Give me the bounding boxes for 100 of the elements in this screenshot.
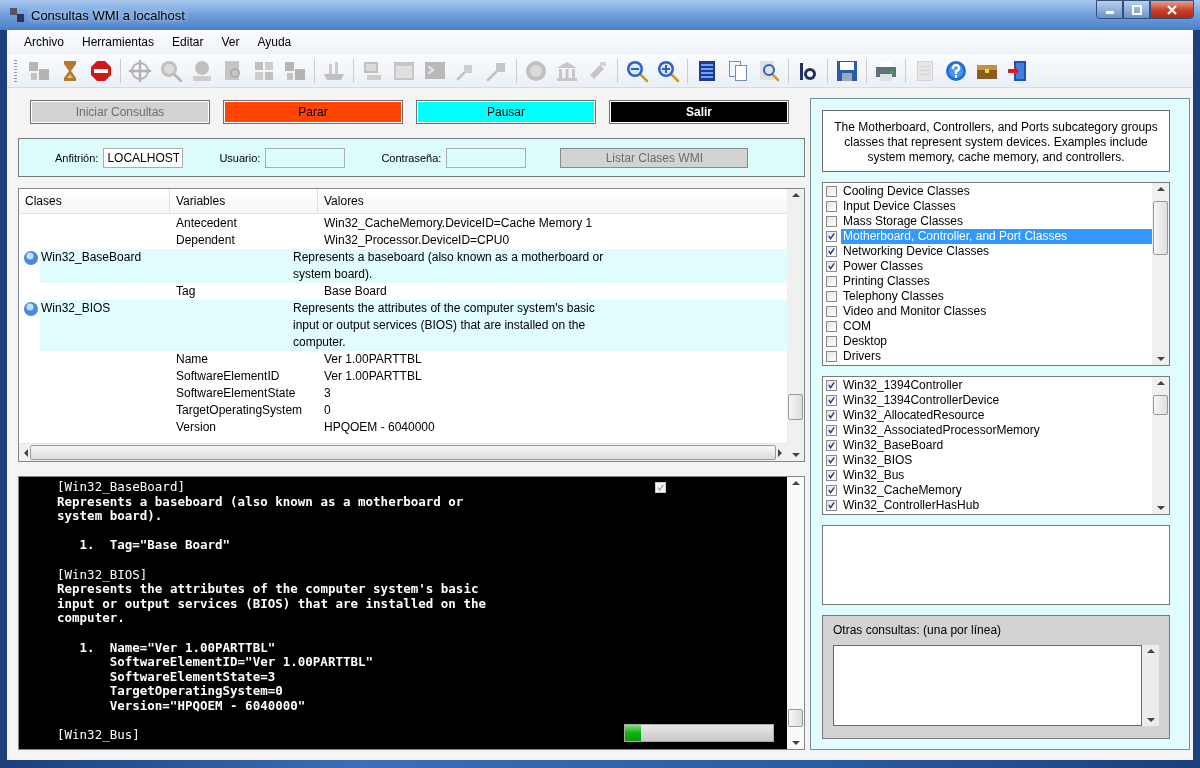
list-item[interactable]: Drivers — [841, 348, 883, 364]
check-icon — [656, 483, 665, 492]
minimize-button[interactable] — [1096, 0, 1123, 19]
checkbox[interactable] — [826, 350, 837, 362]
list-item[interactable]: Win32_ControllerHasHub — [841, 497, 982, 513]
checkbox[interactable] — [826, 469, 837, 481]
input-field[interactable]: LOCALHOST — [103, 147, 184, 168]
copy-icon — [726, 58, 750, 83]
list-item[interactable]: Win32_BaseBoard — [841, 437, 946, 453]
checkbox[interactable] — [826, 484, 837, 496]
console-line: TargetOperatingSystem=0 — [109, 684, 284, 699]
window-title: Consultas WMI a localhost — [31, 7, 186, 23]
list-item[interactable]: Win32_AllocatedResource — [841, 407, 987, 423]
zoom-out-icon — [625, 58, 649, 83]
list-item[interactable]: Printing Classes — [841, 273, 932, 289]
checkbox[interactable] — [826, 394, 837, 406]
checkbox[interactable] — [826, 335, 837, 347]
action-button[interactable]: Pausar — [416, 100, 596, 124]
checkbox[interactable] — [826, 424, 837, 436]
list-item[interactable]: Desktop — [841, 333, 890, 349]
menu-item[interactable]: Ayuda — [248, 32, 301, 52]
checkbox[interactable] — [655, 482, 666, 493]
description-text: The Motherboard, Controllers, and Ports subcategory groups classes that represent system devices. Examples include system memory, cache memory, and controllers. — [822, 110, 1170, 172]
console-line: SoftwareElementID="Ver 1.00PARTTBL" — [109, 655, 374, 670]
list-item[interactable]: COM — [841, 318, 873, 334]
checkbox[interactable] — [826, 230, 837, 242]
magnifier-icon — [159, 58, 183, 83]
scrollbar[interactable] — [1152, 376, 1169, 515]
scrollbar[interactable] — [787, 477, 804, 749]
menu-item[interactable]: Herramientas — [73, 32, 164, 52]
table-cell: Win32_BaseBoard — [41, 249, 142, 266]
action-button[interactable]: Parar — [223, 100, 403, 124]
minimize-icon — [1105, 11, 1114, 14]
check-icon — [827, 500, 836, 511]
table-cell: Represents the attributes of the computer system's basic input or output services (BIOS) that are installed on the computer. — [293, 301, 595, 349]
check-icon — [827, 440, 836, 451]
checkbox[interactable] — [826, 275, 837, 287]
menu-item[interactable]: Editar — [163, 32, 213, 52]
checkbox[interactable] — [826, 215, 837, 227]
zoom-in-icon — [656, 58, 680, 83]
queries-field[interactable] — [833, 645, 1142, 727]
scrollbar[interactable] — [19, 443, 787, 461]
check-icon — [827, 380, 836, 391]
checkbox[interactable] — [826, 305, 837, 317]
checkbox[interactable] — [826, 409, 837, 421]
list-item[interactable]: Win32_1394Controller — [841, 377, 965, 393]
column-header[interactable]: Valores — [318, 189, 787, 213]
console-text: Represents a baseboard (also known as a motherboard or system board). — [57, 494, 465, 524]
list-item[interactable]: Win32_BIOS — [841, 452, 915, 468]
console-line: [Win32_Bus] — [57, 728, 140, 743]
check-icon — [827, 395, 836, 406]
maximize-button[interactable] — [1123, 0, 1150, 19]
list-item[interactable]: Video and Monitor Classes — [841, 303, 989, 319]
list-item[interactable]: Win32_Bus — [841, 467, 907, 483]
list-item[interactable]: Telephony Classes — [841, 288, 946, 304]
checkbox[interactable] — [826, 320, 837, 332]
list-item[interactable]: Win32_CacheMemory — [841, 482, 964, 498]
table-cell: Name — [176, 352, 208, 366]
check-icon — [827, 410, 836, 421]
find-icon — [757, 58, 781, 83]
console-line: 1. — [79, 640, 96, 657]
close-button[interactable] — [1150, 0, 1194, 19]
table-cell: Base Board — [324, 284, 387, 298]
list-item[interactable]: Cooling Device Classes — [841, 183, 972, 199]
scrollbar[interactable] — [787, 189, 804, 461]
checkbox[interactable] — [826, 245, 837, 257]
console-line: [Win32_BIOS] — [57, 567, 148, 583]
scrollbar[interactable] — [1142, 645, 1159, 727]
checkbox[interactable] — [826, 260, 837, 272]
checkbox[interactable] — [826, 499, 837, 511]
checkbox[interactable] — [826, 185, 837, 197]
console-line: Name="Ver 1.00PARTTBL" — [109, 640, 277, 656]
check-icon — [827, 261, 836, 272]
checkbox[interactable] — [826, 379, 837, 391]
action-button[interactable]: Salir — [609, 100, 789, 124]
globe-icon — [23, 301, 39, 317]
table-cell: SoftwareElementID — [176, 369, 280, 383]
checkbox[interactable] — [826, 454, 837, 466]
list-item[interactable]: Win32_AssociatedProcessorMemory — [841, 422, 1042, 438]
list-item[interactable]: Mass Storage Classes — [841, 213, 966, 229]
checkbox[interactable] — [826, 290, 837, 302]
toolbar-grip[interactable] — [14, 59, 17, 82]
column-header[interactable]: Variables — [170, 189, 318, 213]
table-cell: Tag — [176, 284, 196, 298]
checkbox[interactable] — [826, 439, 837, 451]
menu-item[interactable]: Ver — [212, 32, 249, 52]
check-icon — [827, 231, 836, 242]
stop-icon — [89, 58, 113, 83]
table-cell: Win32_BIOS — [41, 300, 111, 317]
console-line: SoftwareElementState=3 — [109, 669, 277, 685]
list-item[interactable]: Win32_1394ControllerDevice — [841, 392, 1002, 408]
list-item[interactable]: Input Device Classes — [841, 198, 958, 214]
help-icon — [944, 58, 968, 83]
list-item[interactable]: Power Classes — [841, 258, 926, 274]
scrollbar[interactable] — [1152, 182, 1169, 365]
column-header[interactable]: Clases — [19, 189, 170, 213]
checkbox[interactable] — [826, 200, 837, 212]
maximize-icon — [1131, 4, 1142, 15]
list-item[interactable]: Networking Device Classes — [841, 243, 992, 259]
menu-item[interactable]: Archivo — [15, 32, 73, 52]
